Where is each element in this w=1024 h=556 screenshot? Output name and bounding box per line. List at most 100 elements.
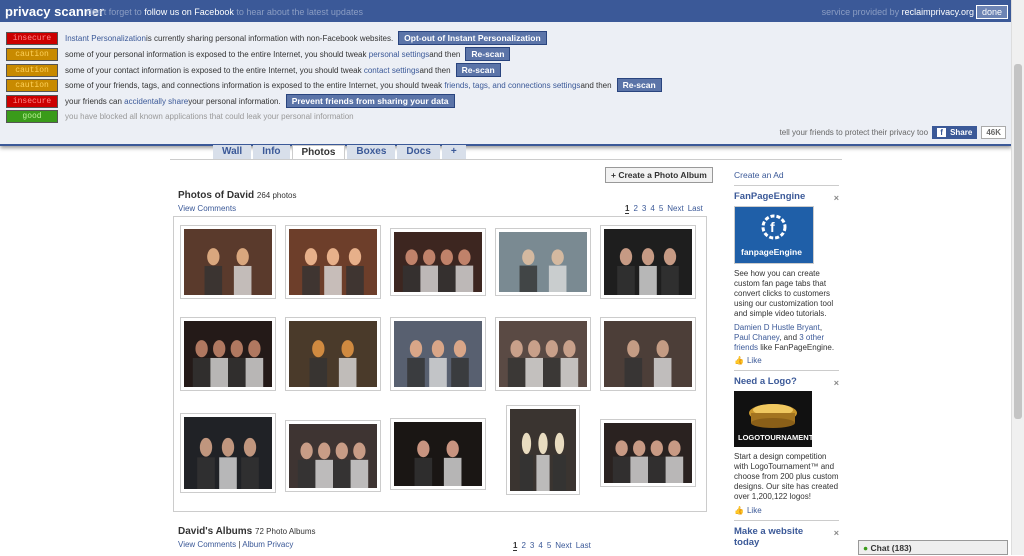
personal-settings-link[interactable]: personal settings [369,50,429,59]
status-badge: caution [6,47,58,61]
page-2[interactable]: 2 [521,541,525,551]
scan-row-contact: caution some of your contact information… [6,63,501,77]
page-1[interactable]: 1 [513,541,518,551]
ad-logotournament[interactable]: × Need a Logo? LOGOTOURNAMENT Start a de… [734,376,839,515]
contact-settings-link[interactable]: contact settings [364,66,420,75]
share-count: 46K [981,126,1006,139]
photo-grid [173,216,707,512]
photo-thumbnail[interactable] [390,228,486,296]
photo-thumbnail[interactable] [180,225,276,299]
done-button[interactable]: done [975,5,1008,19]
rescan-button[interactable]: Re-scan [455,63,501,77]
tab-info[interactable]: Info [253,145,290,159]
tab-wall[interactable]: Wall [213,145,252,159]
status-badge: caution [6,78,58,92]
scan-row-instant-personalization: insecure Instant Personalization is curr… [6,31,547,45]
ad-logo-fanpageengine[interactable]: f fanpageEngine [734,206,814,264]
ad-body: See how you can create custom fan page t… [734,269,834,318]
last-page[interactable]: Last [576,541,591,551]
service-credit: service provided by reclaimprivacy.org [821,7,974,17]
ad-make-website[interactable]: × Make a website today [734,526,839,548]
ad-title[interactable]: FanPageEngine [734,191,839,202]
friend-link[interactable]: Paul Chaney [734,333,779,342]
photo-thumbnail[interactable] [285,317,381,391]
accidentally-share-link[interactable]: accidentally share [124,97,188,106]
photo-thumbnail[interactable] [390,317,486,391]
photo-thumbnail[interactable] [495,228,591,296]
thumbs-up-icon: 👍 [734,506,744,515]
friends-tags-settings-link[interactable]: friends, tags, and connections settings [444,81,580,90]
status-badge: good [6,109,58,123]
status-badge: caution [6,63,58,77]
ad-title[interactable]: Make a website today [734,526,814,548]
photo-thumbnail[interactable] [600,225,696,299]
reclaimprivacy-link[interactable]: reclaimprivacy.org [902,7,974,17]
page-2[interactable]: 2 [633,204,637,214]
page-5[interactable]: 5 [547,541,551,551]
scrollbar[interactable] [1011,0,1024,555]
photo-thumbnail[interactable] [390,418,486,490]
scrollbar-thumb[interactable] [1014,64,1022,419]
divider [734,185,839,186]
photo-thumbnail[interactable] [285,225,381,299]
follow-facebook-link[interactable]: follow us on Facebook [144,7,234,17]
scanner-header: privacy scanner don't forget to follow u… [0,0,1012,22]
tab-docs[interactable]: Docs [397,145,440,159]
page-1[interactable]: 1 [625,204,630,214]
photo-thumbnail[interactable] [180,317,276,391]
svg-text:f: f [770,219,775,235]
friend-link[interactable]: Damien D Hustle Bryant [734,323,820,332]
privacy-scanner-bar: privacy scanner don't forget to follow u… [0,0,1012,146]
share-button[interactable]: f Share [932,126,978,139]
scan-row-friends-tags: caution some of your friends, tags, and … [6,78,662,92]
ad-logo-logotournament[interactable]: LOGOTOURNAMENT [734,391,813,447]
album-privacy-link[interactable]: Album Privacy [242,540,293,549]
photo-thumbnail[interactable] [600,317,696,391]
album-view-comments-link[interactable]: View Comments [178,540,236,549]
next-page[interactable]: Next [667,204,683,214]
like-button[interactable]: 👍 Like [734,506,839,515]
view-comments-link[interactable]: View Comments [178,204,236,213]
scanner-footer: tell your friends to protect their priva… [780,126,1006,139]
page-3[interactable]: 3 [530,541,534,551]
tab-photos[interactable]: Photos [291,145,346,159]
scan-row-applications: good you have blocked all known applicat… [6,109,354,123]
last-page[interactable]: Last [688,204,703,214]
page-3[interactable]: 3 [642,204,646,214]
instant-personalization-link[interactable]: Instant Personalization [65,34,146,43]
create-ad-link[interactable]: Create an Ad [734,170,839,180]
prevent-sharing-button[interactable]: Prevent friends from sharing your data [285,94,455,108]
scan-row-friends-share: insecure your friends can accidentally s… [6,94,455,108]
photo-thumbnail[interactable] [285,420,381,492]
follow-text: don't forget to follow us on Facebook to… [87,7,363,17]
photos-pager: 1 2 3 4 5 Next Last [621,204,703,214]
chat-bar[interactable]: ● Chat (183) [858,540,1008,555]
albums-pager: 1 2 3 4 5 Next Last [509,541,591,551]
photo-thumbnail[interactable] [180,413,276,493]
status-badge: insecure [6,94,58,108]
ad-title[interactable]: Need a Logo? [734,376,839,387]
thumbs-up-icon: 👍 [734,356,744,365]
rescan-button[interactable]: Re-scan [616,78,662,92]
close-ad-button[interactable]: × [834,378,839,388]
add-tab-button[interactable]: + [441,145,466,159]
album-links: View Comments | Album Privacy [178,540,294,549]
page-5[interactable]: 5 [659,204,663,214]
next-page[interactable]: Next [555,541,571,551]
opt-out-button[interactable]: Opt-out of Instant Personalization [398,31,547,45]
scan-row-personal: caution some of your personal informatio… [6,47,511,61]
online-icon: ● [863,543,869,553]
photo-thumbnail[interactable] [495,317,591,391]
photo-thumbnail[interactable] [506,405,580,495]
page-4[interactable]: 4 [538,541,542,551]
ad-fanpageengine[interactable]: × FanPageEngine f fanpageEngine See how … [734,191,839,365]
page-4[interactable]: 4 [650,204,654,214]
tab-boxes[interactable]: Boxes [347,145,396,159]
rescan-button[interactable]: Re-scan [465,47,511,61]
create-album-button[interactable]: + Create a Photo Album [605,167,713,183]
close-ad-button[interactable]: × [834,528,839,538]
like-button[interactable]: 👍 Like [734,356,839,365]
close-ad-button[interactable]: × [834,193,839,203]
photos-count: 264 photos [256,191,297,200]
photo-thumbnail[interactable] [600,419,696,487]
